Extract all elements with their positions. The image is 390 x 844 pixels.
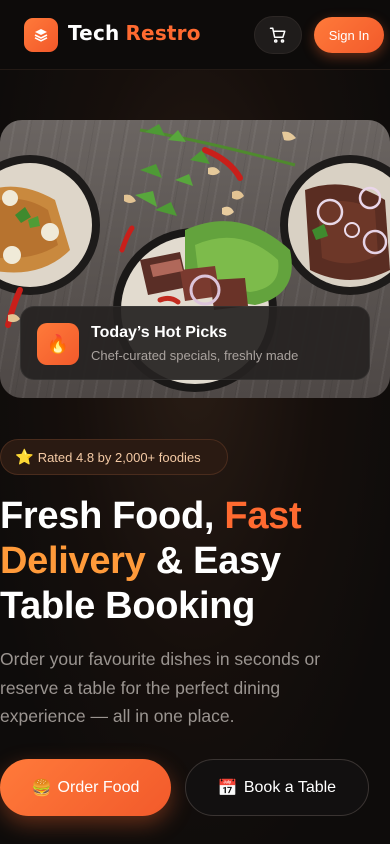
- brand-name[interactable]: Tech Restro: [68, 21, 201, 45]
- headline-highlight-delivery: Delivery: [0, 540, 146, 582]
- headline-part2: & Easy: [145, 540, 281, 582]
- star-icon: ⭐: [15, 449, 34, 466]
- headline-part3: Table Booking: [0, 585, 256, 627]
- hot-picks-card[interactable]: 🔥 Today’s Hot Picks Chef-curated special…: [20, 306, 370, 380]
- logo[interactable]: [24, 18, 58, 52]
- order-food-button[interactable]: 🍔 Order Food: [0, 759, 171, 816]
- brand-part1: Tech: [68, 21, 120, 45]
- hot-picks-subtitle: Chef-curated specials, freshly made: [91, 348, 299, 363]
- sign-in-button[interactable]: Sign In: [314, 17, 384, 53]
- book-table-button[interactable]: 📅 Book a Table: [185, 759, 369, 816]
- calendar-icon: 📅: [217, 779, 238, 797]
- top-header: Tech Restro Sign In: [0, 0, 390, 70]
- layers-icon: [34, 29, 48, 42]
- hero-headline: Fresh Food, Fast Delivery & Easy Table B…: [0, 494, 390, 629]
- cart-icon: [269, 27, 286, 43]
- rating-text: Rated 4.8 by 2,000+ foodies: [37, 449, 201, 465]
- hero-description: Order your favourite dishes in seconds o…: [0, 649, 321, 726]
- headline-highlight-fast: Fast: [224, 495, 302, 537]
- landing-page: Tech Restro Sign In 🔥 Today’s Hot Picks …: [0, 0, 390, 844]
- book-table-label: Book a Table: [243, 778, 337, 796]
- burger-icon: 🍔: [31, 779, 52, 797]
- hot-picks-title: Today’s Hot Picks: [91, 324, 228, 341]
- rating-badge: ⭐ Rated 4.8 by 2,000+ foodies: [0, 439, 228, 475]
- order-food-label: Order Food: [57, 778, 140, 796]
- brand-part2: Restro: [125, 21, 201, 45]
- headline-part1: Fresh Food,: [0, 495, 225, 537]
- cart-button[interactable]: [254, 16, 302, 54]
- fire-icon: 🔥: [37, 323, 79, 365]
